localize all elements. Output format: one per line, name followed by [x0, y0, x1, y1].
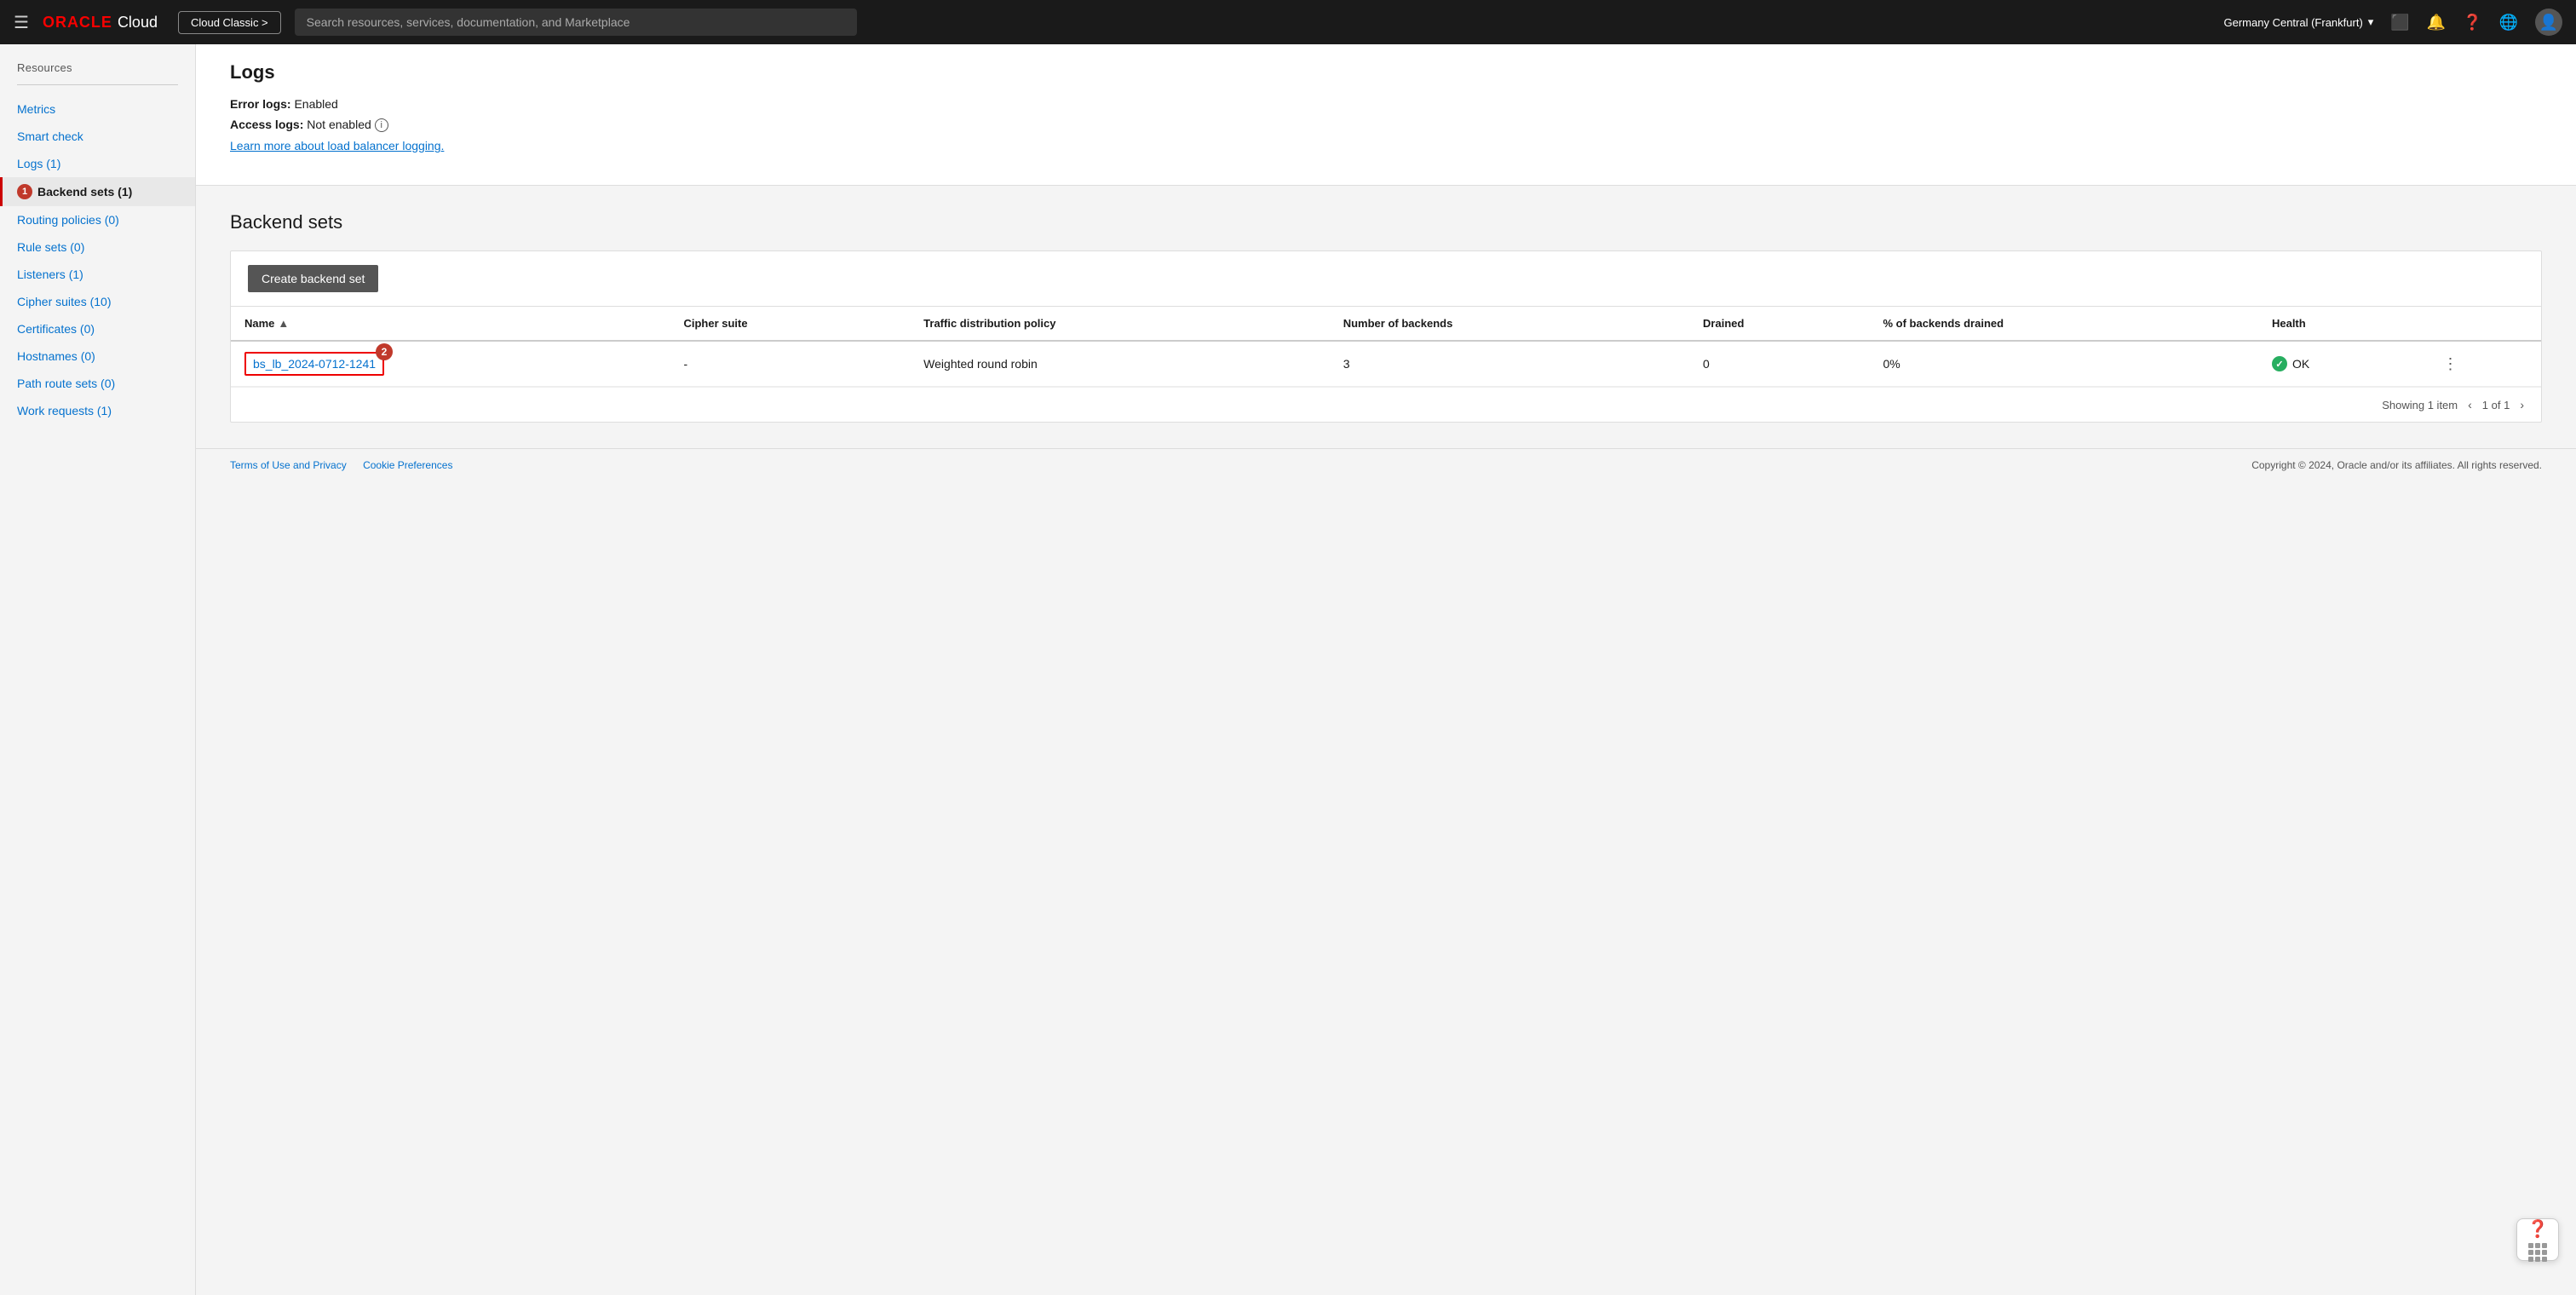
col-header-pct_drained: % of backends drained [1869, 307, 2258, 341]
col-header-num_backends: Number of backends [1330, 307, 1689, 341]
sidebar-item-certificates[interactable]: Certificates (0) [0, 315, 195, 342]
backend-sets-title: Backend sets [230, 211, 2542, 233]
col-header-health: Health [2258, 307, 2429, 341]
terms-link[interactable]: Terms of Use and Privacy [230, 459, 347, 471]
oracle-wordmark: ORACLE [43, 14, 112, 32]
backend-sets-table-card: Create backend set Name▲Cipher suiteTraf… [230, 250, 2542, 423]
chevron-down-icon: ▾ [2368, 15, 2374, 29]
search-input[interactable] [295, 9, 857, 36]
main-content: Logs Error logs: Enabled Access logs: No… [196, 44, 2576, 1295]
col-header-name[interactable]: Name▲ [231, 307, 670, 341]
table-header: Name▲Cipher suiteTraffic distribution po… [231, 307, 2541, 341]
sidebar-item-cipher-suites[interactable]: Cipher suites (10) [0, 288, 195, 315]
pagination-next-button[interactable]: › [2520, 398, 2524, 412]
create-backend-set-button[interactable]: Create backend set [248, 265, 378, 292]
cookie-preferences-link[interactable]: Cookie Preferences [363, 459, 452, 471]
avatar-icon: 👤 [2539, 14, 2558, 32]
help-widget[interactable]: ❓ [2516, 1218, 2559, 1261]
col-header-traffic_distribution: Traffic distribution policy [910, 307, 1330, 341]
globe-icon[interactable]: 🌐 [2499, 14, 2518, 32]
sidebar-item-label-backend-sets: Backend sets (1) [37, 185, 132, 199]
cell-traffic-distribution: Weighted round robin [910, 341, 1330, 387]
footer-links: Terms of Use and Privacy Cookie Preferen… [230, 459, 466, 471]
info-icon[interactable]: i [375, 118, 388, 132]
cell-cipher-suite: - [670, 341, 910, 387]
cloud-classic-button[interactable]: Cloud Classic > [178, 11, 281, 34]
help-widget-icon: ❓ [2527, 1218, 2549, 1240]
sidebar-item-smart-check[interactable]: Smart check [0, 123, 195, 150]
logs-title: Logs [230, 61, 2542, 83]
health-ok-icon [2272, 356, 2287, 371]
access-logs-value: Not enabled [307, 118, 371, 131]
resources-label: Resources [0, 61, 195, 84]
error-logs-value: Enabled [294, 97, 337, 111]
nav-right-actions: Germany Central (Frankfurt) ▾ ⬛ 🔔 ❓ 🌐 👤 [2224, 9, 2562, 36]
row-more-actions-icon[interactable]: ⋮ [2442, 355, 2458, 372]
cell-name: bs_lb_2024-0712-12412 [231, 341, 670, 387]
table-footer: Showing 1 item ‹ 1 of 1 › [231, 387, 2541, 422]
user-avatar[interactable]: 👤 [2535, 9, 2562, 36]
sidebar: Resources MetricsSmart checkLogs (1) 1 Bac… [0, 44, 196, 1295]
sidebar-item-metrics[interactable]: Metrics [0, 95, 195, 123]
cell-pct-drained: 0% [1869, 341, 2258, 387]
name-cell-wrapper: bs_lb_2024-0712-12412 [244, 352, 384, 376]
backend-sets-section: Backend sets Create backend set Name▲Cip… [196, 186, 2576, 448]
showing-items-text: Showing 1 item [2382, 399, 2458, 412]
sidebar-item-rule-sets[interactable]: Rule sets (0) [0, 233, 195, 261]
oracle-logo: ORACLE Cloud [43, 14, 158, 32]
pagination-prev-button[interactable]: ‹ [2468, 398, 2472, 412]
page-footer: Terms of Use and Privacy Cookie Preferen… [196, 448, 2576, 481]
notifications-icon[interactable]: 🔔 [2427, 14, 2446, 32]
backend-set-name-link[interactable]: bs_lb_2024-0712-1241 [244, 352, 384, 376]
logs-section: Logs Error logs: Enabled Access logs: No… [196, 44, 2576, 186]
region-label: Germany Central (Frankfurt) [2224, 16, 2363, 29]
sidebar-item-logs[interactable]: Logs (1) [0, 150, 195, 177]
developer-tools-icon[interactable]: ⬛ [2390, 14, 2409, 32]
sidebar-item-path-route-sets[interactable]: Path route sets (0) [0, 370, 195, 397]
cell-row-actions[interactable]: ⋮ [2429, 341, 2541, 387]
sort-icon-name: ▲ [278, 317, 289, 330]
learn-more-row: Learn more about load balancer logging. [230, 139, 2542, 153]
access-logs-label: Access logs: [230, 118, 303, 131]
sidebar-item-hostnames[interactable]: Hostnames (0) [0, 342, 195, 370]
access-logs-row: Access logs: Not enabled i [230, 118, 2542, 132]
cell-drained: 0 [1689, 341, 1869, 387]
col-header-actions [2429, 307, 2541, 341]
region-selector[interactable]: Germany Central (Frankfurt) ▾ [2224, 15, 2374, 29]
sidebar-divider [17, 84, 178, 85]
error-logs-row: Error logs: Enabled [230, 97, 2542, 111]
col-header-drained: Drained [1689, 307, 1869, 341]
table-toolbar: Create backend set [231, 251, 2541, 307]
main-layout: Resources MetricsSmart checkLogs (1) 1 Bac… [0, 44, 2576, 1295]
help-widget-grid-icon [2528, 1243, 2547, 1262]
hamburger-menu-icon[interactable]: ☰ [14, 12, 29, 33]
health-ok-label: OK [2292, 357, 2309, 371]
copyright-text: Copyright © 2024, Oracle and/or its affi… [2251, 459, 2542, 471]
sidebar-item-backend-sets[interactable]: 1 Backend sets (1) [0, 177, 195, 206]
col-header-cipher_suite: Cipher suite [670, 307, 910, 341]
help-icon[interactable]: ❓ [2463, 14, 2481, 32]
pagination-page-info: 1 of 1 [2482, 399, 2510, 412]
sidebar-item-routing-policies[interactable]: Routing policies (0) [0, 206, 195, 233]
cloud-wordmark: Cloud [118, 14, 158, 32]
health-status: OK [2272, 356, 2415, 371]
backend-sets-table: Name▲Cipher suiteTraffic distribution po… [231, 307, 2541, 387]
sidebar-item-listeners[interactable]: Listeners (1) [0, 261, 195, 288]
learn-more-link[interactable]: Learn more about load balancer logging. [230, 139, 444, 153]
table-body: bs_lb_2024-0712-12412 -Weighted round rob… [231, 341, 2541, 387]
top-navigation: ☰ ORACLE Cloud Cloud Classic > Germany C… [0, 0, 2576, 44]
cell-health: OK [2258, 341, 2429, 387]
sidebar-item-work-requests[interactable]: Work requests (1) [0, 397, 195, 424]
error-logs-label: Error logs: [230, 97, 291, 111]
sidebar-badge-backend-sets: 1 [17, 184, 32, 199]
cell-num-backends: 3 [1330, 341, 1689, 387]
step-badge: 2 [376, 343, 393, 360]
table-row: bs_lb_2024-0712-12412 -Weighted round rob… [231, 341, 2541, 387]
